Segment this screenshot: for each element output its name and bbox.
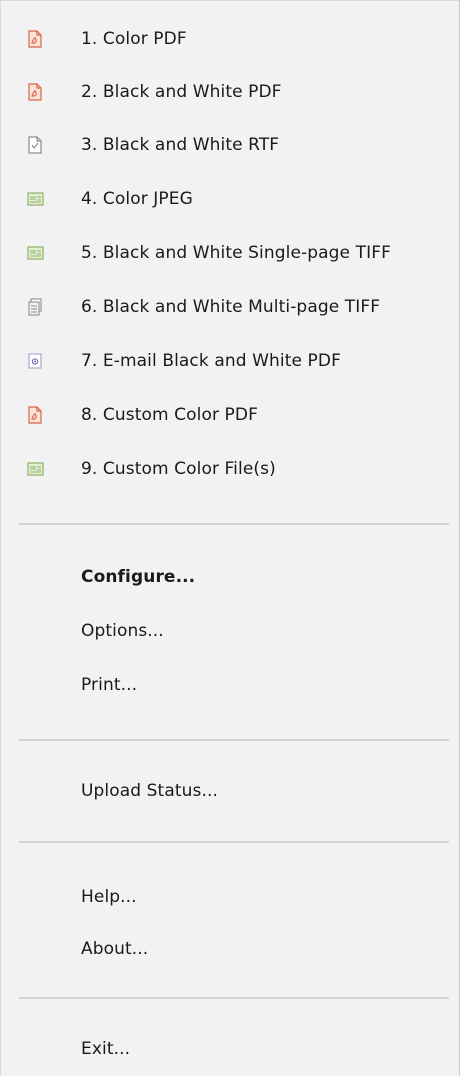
context-menu: 1. Color PDF 2. Black and White PDF 3. B… xyxy=(0,0,460,1076)
menu-item-help[interactable]: Help... xyxy=(1,871,459,923)
menu-item-label: 6. Black and White Multi-page TIFF xyxy=(81,297,381,317)
menu-item-label: 5. Black and White Single-page TIFF xyxy=(81,243,391,263)
menu-item-label: 4. Color JPEG xyxy=(81,189,193,209)
menu-item-exit[interactable]: Exit... xyxy=(1,1023,459,1075)
menu-item-label: Exit... xyxy=(81,1039,131,1059)
file-image-icon xyxy=(27,460,44,478)
menu-item-label: Options... xyxy=(81,621,164,641)
menu-separator xyxy=(19,523,449,525)
email-document-icon xyxy=(27,352,43,370)
multipage-tiff-icon xyxy=(27,298,43,316)
menu-item-options[interactable]: Options... xyxy=(1,605,459,657)
menu-item-upload-status[interactable]: Upload Status... xyxy=(1,765,459,817)
menu-item-custom-color-pdf[interactable]: 8. Custom Color PDF xyxy=(1,389,459,441)
menu-item-configure[interactable]: Configure... xyxy=(1,551,459,603)
menu-item-label: Help... xyxy=(81,887,137,907)
menu-item-custom-color-files[interactable]: 9. Custom Color File(s) xyxy=(1,443,459,495)
menu-item-label: Upload Status... xyxy=(81,781,218,801)
pdf-color-icon xyxy=(27,406,43,424)
menu-item-about[interactable]: About... xyxy=(1,923,459,975)
menu-separator xyxy=(19,739,449,741)
pdf-color-icon xyxy=(27,30,43,48)
menu-item-bw-rtf[interactable]: 3. Black and White RTF xyxy=(1,119,459,171)
menu-item-label: Print... xyxy=(81,675,138,695)
menu-item-label: 3. Black and White RTF xyxy=(81,135,280,155)
menu-item-bw-pdf[interactable]: 2. Black and White PDF xyxy=(1,66,459,118)
menu-separator xyxy=(19,841,449,843)
menu-item-label: 1. Color PDF xyxy=(81,29,187,49)
jpeg-image-icon xyxy=(27,190,44,208)
menu-item-label: Configure... xyxy=(81,567,196,587)
rtf-document-icon xyxy=(27,136,43,154)
menu-item-label: 7. E-mail Black and White PDF xyxy=(81,351,341,371)
menu-item-label: About... xyxy=(81,939,149,959)
menu-item-bw-single-tiff[interactable]: 5. Black and White Single-page TIFF xyxy=(1,227,459,279)
menu-item-bw-multi-tiff[interactable]: 6. Black and White Multi-page TIFF xyxy=(1,281,459,333)
pdf-color-icon xyxy=(27,83,43,101)
menu-item-label: 9. Custom Color File(s) xyxy=(81,459,276,479)
menu-item-email-bw-pdf[interactable]: 7. E-mail Black and White PDF xyxy=(1,335,459,387)
menu-item-color-pdf[interactable]: 1. Color PDF xyxy=(1,13,459,65)
menu-item-color-jpeg[interactable]: 4. Color JPEG xyxy=(1,173,459,225)
menu-item-label: 8. Custom Color PDF xyxy=(81,405,258,425)
menu-separator xyxy=(19,997,449,999)
tiff-image-icon xyxy=(27,244,44,262)
menu-item-label: 2. Black and White PDF xyxy=(81,82,282,102)
menu-item-print[interactable]: Print... xyxy=(1,659,459,711)
